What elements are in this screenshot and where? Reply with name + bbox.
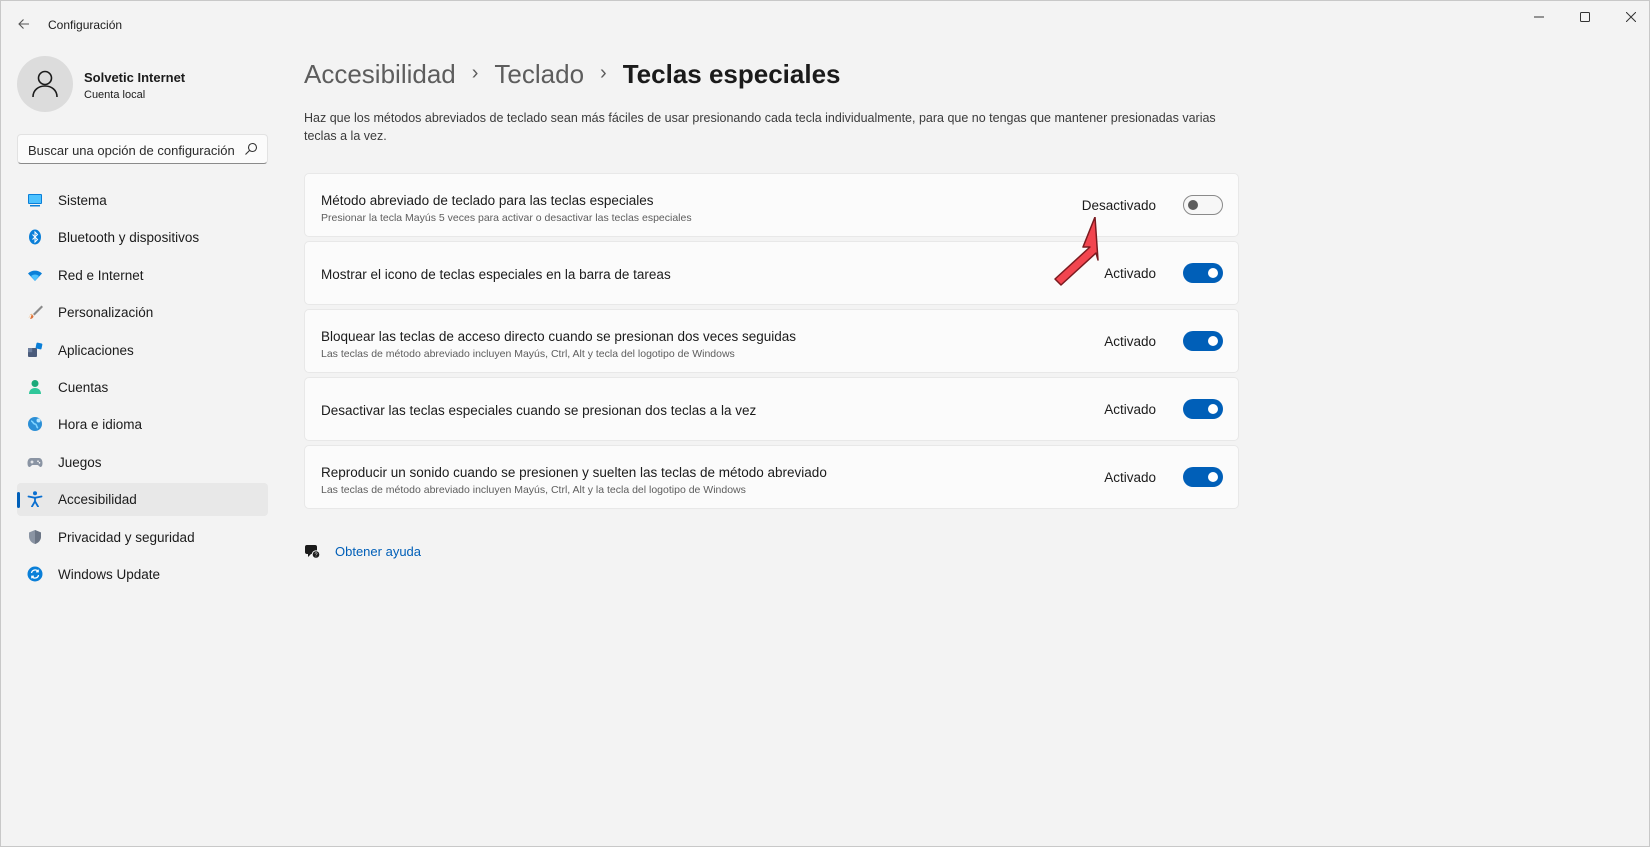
toggle-knob (1208, 472, 1218, 482)
sidebar-item-bluetooth[interactable]: Bluetooth y dispositivos (17, 221, 268, 254)
sidebar-item-red[interactable]: Red e Internet (17, 259, 268, 292)
settings-window: Configuración Solvetic Internet Cuenta l… (0, 0, 1650, 847)
sidebar-item-label: Hora e idioma (58, 417, 143, 433)
toggle-switch[interactable] (1183, 195, 1223, 215)
gamepad-icon (27, 457, 43, 467)
setting-subtitle: Presionar la tecla Mayús 5 veces para ac… (321, 212, 692, 224)
sidebar-item-personalizacion[interactable]: Personalización (17, 296, 268, 329)
toggle-knob (1208, 336, 1218, 346)
maximize-icon (1580, 12, 1590, 22)
sidebar-item-juegos[interactable]: Juegos (17, 446, 268, 479)
sidebar-item-label: Juegos (58, 454, 102, 470)
breadcrumb-teclado[interactable]: Teclado (494, 59, 584, 90)
annotation-arrow-icon (1054, 217, 1099, 286)
minimize-button[interactable] (1516, 1, 1562, 33)
toggle-state-label: Desactivado (1081, 198, 1156, 213)
sidebar-item-aplicaciones[interactable]: Aplicaciones (17, 334, 268, 367)
bluetooth-icon (29, 229, 41, 245)
minimize-icon (1534, 16, 1544, 18)
sidebar-nav: Sistema Bluetooth y dispositivos Red e I… (17, 184, 268, 595)
chevron-right-icon: › (600, 61, 607, 84)
shield-icon (29, 529, 41, 544)
toggle-switch[interactable] (1183, 467, 1223, 487)
wifi-icon (28, 270, 42, 281)
breadcrumb: Accesibilidad › Teclado › Teclas especia… (304, 56, 841, 92)
system-icon (28, 194, 42, 207)
sidebar-item-windows-update[interactable]: Windows Update (17, 558, 268, 591)
selection-indicator (17, 492, 20, 509)
setting-title: Método abreviado de teclado para las tec… (321, 193, 654, 208)
profile-account-type: Cuenta local (84, 89, 146, 101)
sidebar-item-label: Bluetooth y dispositivos (58, 230, 200, 246)
time-language-icon (28, 417, 42, 432)
window-title: Configuración (48, 18, 123, 32)
search-icon[interactable] (244, 142, 258, 156)
setting-subtitle: Las teclas de método abreviado incluyen … (321, 484, 746, 496)
toggle-switch[interactable] (1183, 263, 1223, 283)
sidebar-item-label: Sistema (58, 193, 107, 208)
brush-icon (28, 305, 43, 320)
page-description: Haz que los métodos abreviados de teclad… (304, 111, 1216, 143)
close-button[interactable] (1608, 1, 1650, 33)
sidebar-item-label: Windows Update (58, 566, 161, 582)
sidebar-item-cuentas[interactable]: Cuentas (17, 371, 268, 404)
maximize-button[interactable] (1562, 1, 1608, 33)
back-arrow-icon (18, 19, 29, 29)
sidebar-item-sistema[interactable]: Sistema (17, 184, 268, 217)
search-placeholder: Buscar una opción de configuración (28, 143, 235, 158)
breadcrumb-accesibilidad[interactable]: Accesibilidad (304, 59, 456, 90)
toggle-knob (1188, 200, 1198, 210)
title-bar: Configuración (1, 1, 1649, 47)
sidebar-item-label: Aplicaciones (58, 342, 134, 358)
toggle-state-label: Activado (1104, 402, 1156, 417)
sidebar-item-label: Personalización (58, 305, 154, 321)
sidebar-item-hora[interactable]: Hora e idioma (17, 408, 268, 441)
toggle-state-label: Activado (1104, 334, 1156, 349)
page-title: Teclas especiales (622, 58, 841, 89)
chevron-right-icon: › (471, 61, 479, 84)
toggle-knob (1208, 268, 1218, 278)
get-help[interactable]: ? Obtener ayuda (304, 542, 421, 560)
accounts-icon (29, 379, 41, 394)
setting-title: Bloquear las teclas de acceso directo cu… (321, 329, 797, 344)
accessibility-icon (27, 491, 43, 508)
toggle-switch[interactable] (1183, 331, 1223, 351)
user-icon (32, 70, 58, 98)
setting-title: Desactivar las teclas especiales cuando … (321, 403, 757, 418)
get-help-link[interactable]: Obtener ayuda (335, 544, 421, 559)
setting-card-sound: Reproducir un sonido cuando se presionen… (304, 445, 1239, 509)
avatar (17, 56, 73, 112)
setting-title: Mostrar el icono de teclas especiales en… (321, 267, 671, 282)
apps-icon (28, 342, 43, 357)
sidebar-item-label: Privacidad y seguridad (58, 529, 195, 545)
toggle-state-label: Activado (1104, 470, 1156, 485)
setting-title: Reproducir un sonido cuando se presionen… (321, 465, 827, 480)
sidebar-item-label: Accesibilidad (58, 492, 137, 508)
help-chat-icon: ? (305, 545, 320, 559)
setting-subtitle: Las teclas de método abreviado incluyen … (321, 348, 735, 360)
setting-card-lock-keys: Bloquear las teclas de acceso directo cu… (304, 309, 1239, 373)
update-icon (27, 566, 43, 582)
sidebar-item-label: Cuentas (58, 379, 109, 395)
sidebar-item-accesibilidad[interactable]: Accesibilidad (17, 483, 268, 517)
sidebar-item-privacidad[interactable]: Privacidad y seguridad (17, 521, 268, 554)
toggle-switch[interactable] (1183, 399, 1223, 419)
setting-card-two-keys: Desactivar las teclas especiales cuando … (304, 377, 1239, 441)
user-profile[interactable]: Solvetic Internet Cuenta local (17, 56, 267, 112)
svg-text:?: ? (314, 553, 317, 559)
back-button[interactable] (13, 13, 35, 35)
sidebar-item-label: Red e Internet (58, 267, 144, 283)
toggle-knob (1208, 404, 1218, 414)
close-icon (1626, 12, 1636, 22)
profile-name: Solvetic Internet (84, 70, 186, 85)
search-input[interactable]: Buscar una opción de configuración (17, 134, 268, 164)
